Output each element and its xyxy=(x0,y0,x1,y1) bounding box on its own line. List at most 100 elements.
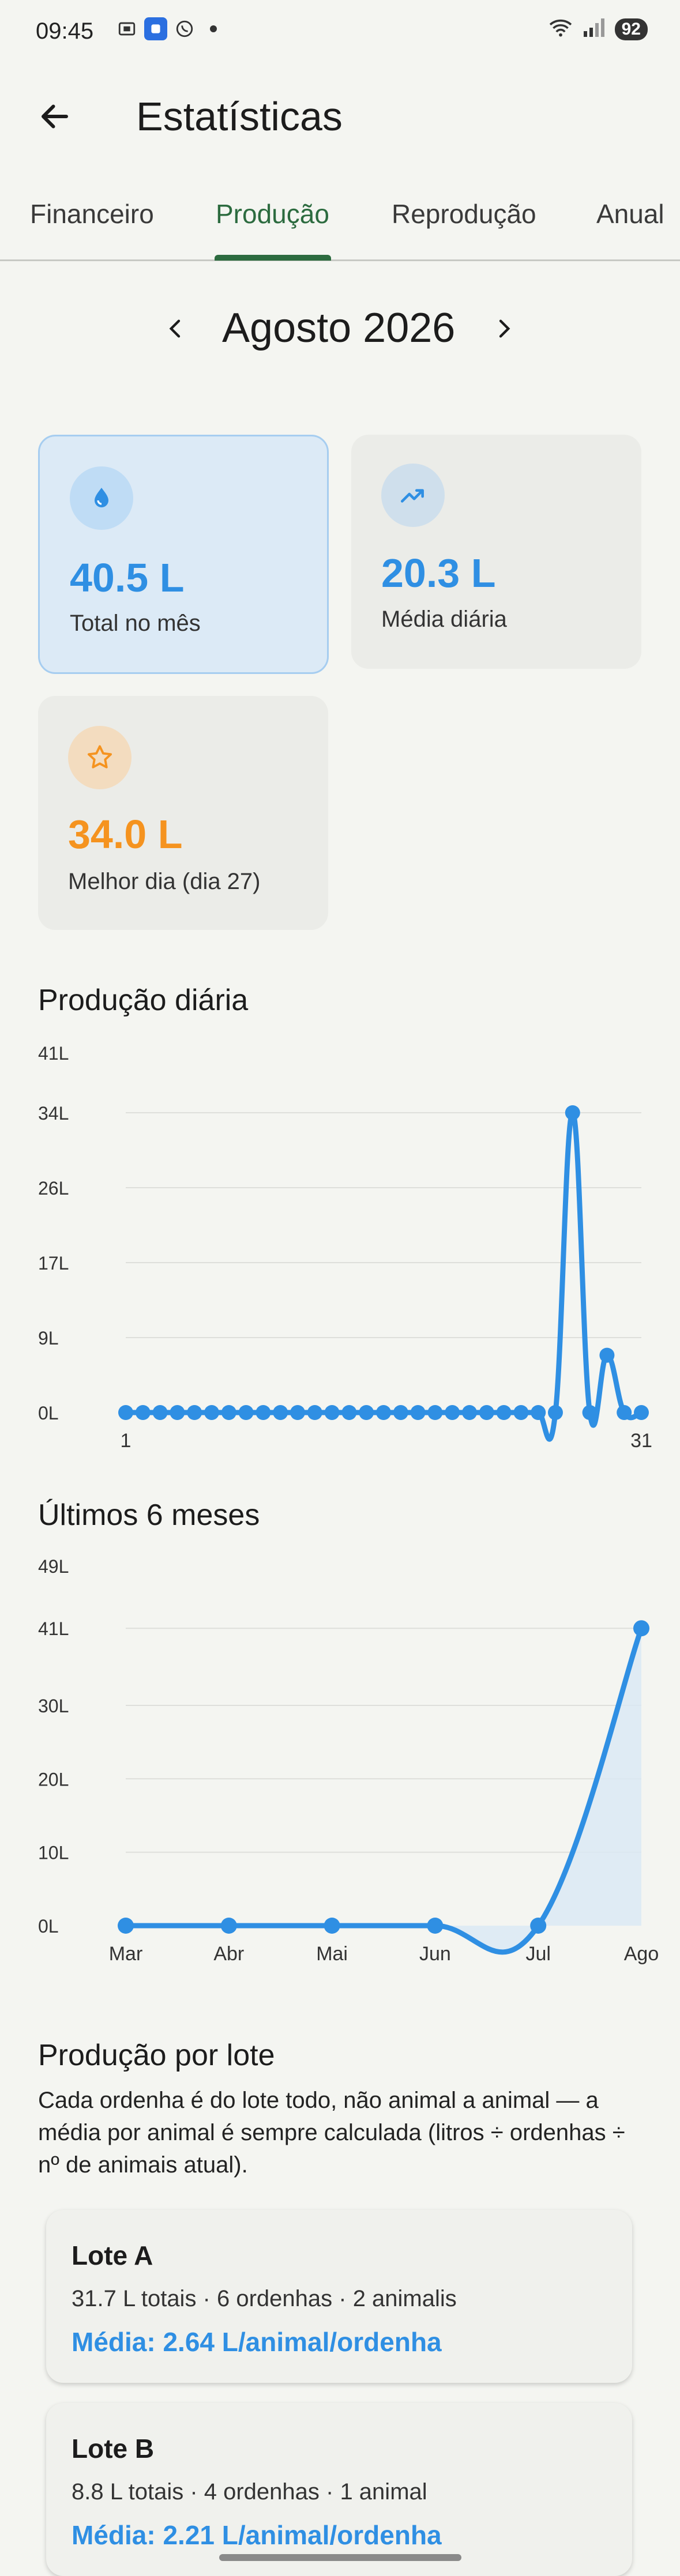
notification-icons xyxy=(115,17,217,40)
data-point xyxy=(462,1405,477,1420)
x-tick-label: 1 xyxy=(121,1430,132,1452)
total-month-label: Total no mês xyxy=(70,611,201,636)
data-point xyxy=(152,1405,168,1420)
data-point xyxy=(307,1405,322,1420)
daily-production-title: Produção diária xyxy=(38,984,249,1017)
y-tick-label: 49L xyxy=(38,1556,69,1577)
star-icon xyxy=(68,726,132,789)
y-tick-label: 17L xyxy=(38,1253,69,1274)
app-notification-icon xyxy=(144,17,167,40)
data-point xyxy=(617,1405,632,1420)
data-point xyxy=(427,1918,444,1934)
y-tick-label: 20L xyxy=(38,1769,69,1790)
daily-average-value: 20.3 L xyxy=(381,551,496,596)
best-day-card[interactable]: 34.0 L Melhor dia (dia 27) xyxy=(38,696,328,930)
data-point xyxy=(633,1620,649,1637)
more-notifications-dot xyxy=(210,25,217,32)
data-point xyxy=(582,1405,598,1420)
series-area xyxy=(126,1628,641,1952)
whatsapp-icon xyxy=(173,17,196,40)
data-point xyxy=(565,1105,580,1120)
month-selector: Agosto 2026 xyxy=(0,294,680,363)
status-time: 09:45 xyxy=(36,18,94,44)
x-tick-label: Jul xyxy=(525,1943,550,1965)
lote-card[interactable]: Lote A 31.7 L totais · 6 ordenhas · 2 an… xyxy=(46,2210,632,2383)
data-point xyxy=(634,1405,649,1420)
daily-average-label: Média diária xyxy=(381,607,507,632)
y-tick-label: 9L xyxy=(38,1328,59,1349)
lote-average: Média: 2.21 L/animal/ordenha xyxy=(72,2520,442,2550)
data-point xyxy=(496,1405,512,1420)
y-tick-label: 30L xyxy=(38,1696,69,1716)
signal-icon xyxy=(583,17,606,41)
chevron-left-icon xyxy=(169,319,181,338)
data-point xyxy=(445,1405,460,1420)
daily-chart-svg: 0L 9L 17L 26L 34L 41L 1 31 xyxy=(38,1043,652,1452)
data-point xyxy=(118,1405,133,1420)
data-point xyxy=(273,1405,288,1420)
month-label: Agosto 2026 xyxy=(222,305,456,351)
tab-bar: Financeiro Produção Reprodução Anual xyxy=(0,173,680,261)
best-day-label: Melhor dia (dia 27) xyxy=(68,869,261,894)
system-icons: 92 xyxy=(548,17,648,41)
chevron-right-icon xyxy=(499,319,510,338)
data-point xyxy=(204,1405,219,1420)
data-point xyxy=(513,1405,529,1420)
tab-financeiro[interactable]: Financeiro xyxy=(30,198,154,229)
tab-producao[interactable]: Produção xyxy=(216,198,329,229)
monthly-production-chart: 0L 10L 20L 30L 41L 49L Mar Abr Mai Jun Jul Ago xyxy=(0,1545,680,1983)
y-tick-label: 41L xyxy=(38,1043,69,1064)
monthly-production-title: Últimos 6 meses xyxy=(38,1498,260,1532)
data-point xyxy=(341,1405,357,1420)
data-point xyxy=(220,1918,237,1934)
y-tick-label: 34L xyxy=(38,1103,69,1124)
data-point xyxy=(479,1405,494,1420)
battery-indicator: 92 xyxy=(614,18,648,40)
x-tick-label: Jun xyxy=(419,1943,451,1965)
x-tick-label: Mar xyxy=(109,1943,143,1965)
x-tick-label: 31 xyxy=(630,1430,652,1452)
back-button[interactable] xyxy=(32,93,78,140)
lote-info: 8.8 L totais · 4 ordenhas · 1 animal xyxy=(72,2479,427,2505)
data-point xyxy=(531,1405,546,1420)
best-day-value: 34.0 L xyxy=(68,812,183,857)
lote-name: Lote A xyxy=(72,2240,153,2270)
data-point xyxy=(530,1918,547,1934)
arrow-left-icon xyxy=(42,104,68,129)
data-point xyxy=(187,1405,202,1420)
lote-name: Lote B xyxy=(72,2434,155,2464)
wifi-icon xyxy=(548,17,573,41)
data-point xyxy=(427,1405,443,1420)
y-tick-label: 10L xyxy=(38,1843,69,1863)
home-indicator[interactable] xyxy=(219,2554,461,2561)
lote-info: 31.7 L totais · 6 ordenhas · 2 animalis xyxy=(72,2286,457,2311)
data-point xyxy=(135,1405,151,1420)
data-point xyxy=(393,1405,408,1420)
x-tick-label: Mai xyxy=(316,1943,348,1965)
next-month-button[interactable] xyxy=(486,311,521,346)
data-point xyxy=(118,1918,134,1934)
water-drop-icon xyxy=(70,466,133,530)
data-point xyxy=(290,1405,305,1420)
total-month-card[interactable]: 40.5 L Total no mês xyxy=(38,435,329,674)
previous-month-button[interactable] xyxy=(159,311,193,346)
daily-average-card[interactable]: 20.3 L Média diária xyxy=(351,435,641,669)
series-line xyxy=(126,1110,643,1442)
tab-anual[interactable]: Anual xyxy=(596,198,664,229)
data-point xyxy=(410,1405,426,1420)
tab-reproducao[interactable]: Reprodução xyxy=(392,198,536,229)
data-point xyxy=(324,1918,340,1934)
lote-card[interactable]: Lote B 8.8 L totais · 4 ordenhas · 1 ani… xyxy=(46,2403,632,2576)
y-tick-label: 0L xyxy=(38,1403,59,1423)
data-point xyxy=(359,1405,374,1420)
data-point xyxy=(324,1405,340,1420)
production-by-lote-description: Cada ordenha é do lote todo, não animal … xyxy=(38,2088,625,2178)
active-tab-indicator xyxy=(215,255,331,261)
daily-production-chart: 0L 9L 17L 26L 34L 41L 1 31 xyxy=(0,1032,680,1470)
y-tick-label: 41L xyxy=(38,1618,69,1639)
x-tick-label: Ago xyxy=(624,1943,659,1965)
total-month-value: 40.5 L xyxy=(70,555,185,600)
screenshot-icon xyxy=(115,17,138,40)
monthly-chart-svg: 0L 10L 20L 30L 41L 49L Mar Abr Mai Jun Jul Ago xyxy=(38,1556,659,1965)
x-tick-label: Abr xyxy=(213,1943,244,1965)
